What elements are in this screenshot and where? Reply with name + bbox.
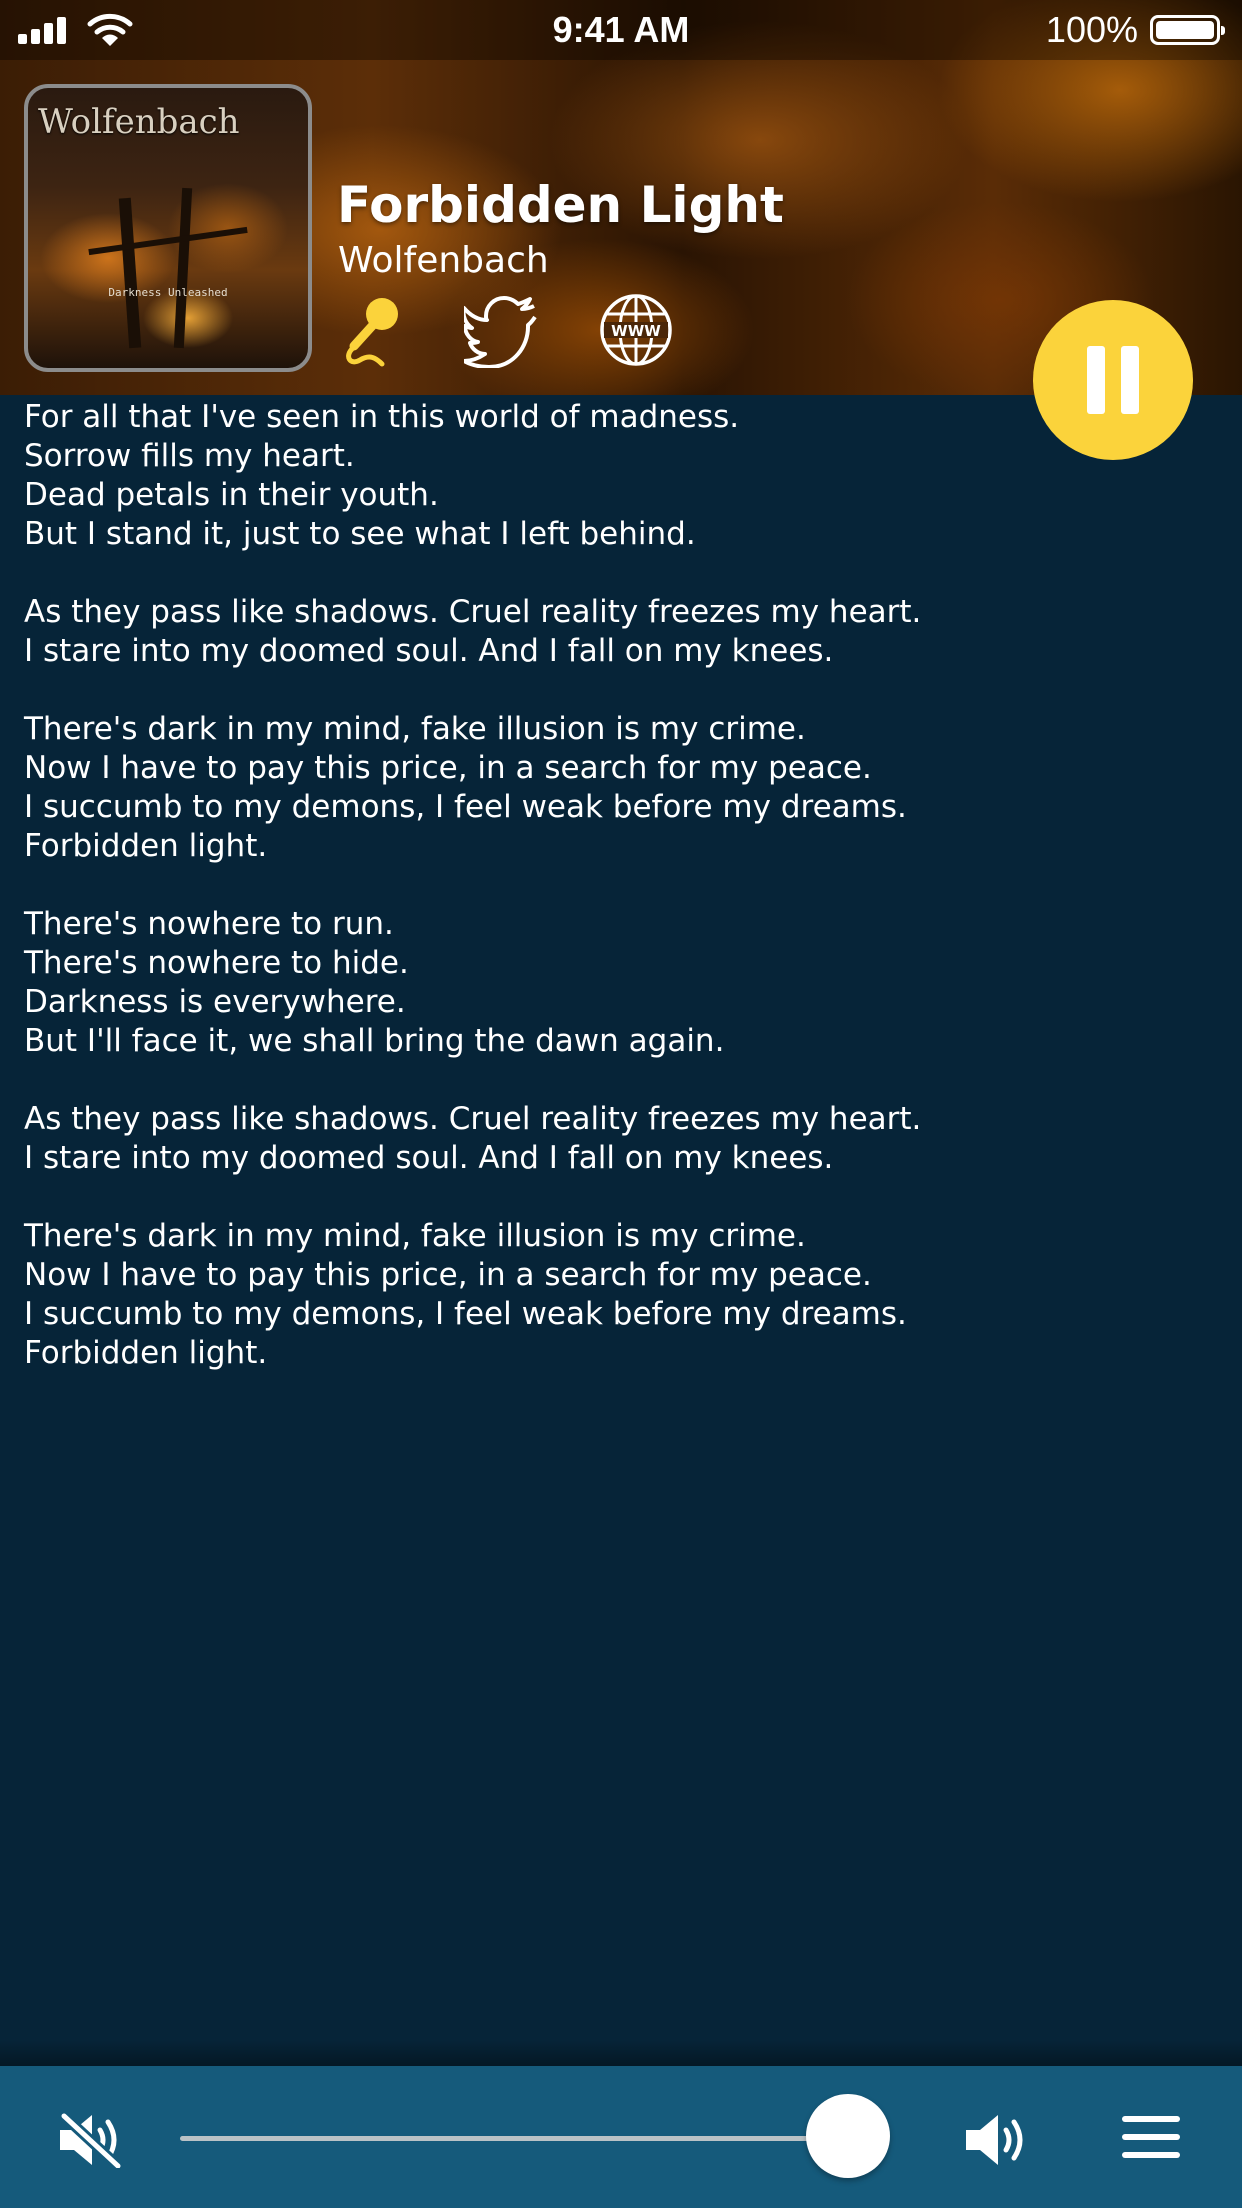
lyrics-line: But I'll face it, we shall bring the daw… [24,1023,725,1059]
lyrics-stanza: There's dark in my mind, fake illusion i… [24,1217,1024,1373]
artist-name: Wolfenbach [338,240,549,281]
lyrics-stanza: There's nowhere to run. There's nowhere t… [24,905,1024,1061]
album-title-text: Darkness Unleashed [108,286,228,299]
lyrics-line: As they pass like shadows. Cruel reality… [24,1101,922,1137]
battery-icon [1150,15,1225,45]
volume-speaker-icon[interactable] [964,2112,1030,2168]
lyrics-stanza: As they pass like shadows. Cruel reality… [24,1100,1024,1178]
lyrics-stanza: For all that I've seen in this world of … [24,398,1024,554]
pause-button[interactable] [1033,300,1193,460]
lyrics-line: I succumb to my demons, I feel weak befo… [24,1296,907,1332]
battery-percentage: 100% [1045,9,1138,50]
lyrics-text: For all that I've seen in this world of … [24,398,1024,1412]
lyrics-line: I succumb to my demons, I feel weak befo… [24,789,907,825]
lyrics-line: There's dark in my mind, fake illusion i… [24,711,806,747]
lyrics-line: Forbidden light. [24,1335,268,1371]
status-bar: 9:41 AM 100% [0,0,1242,60]
lyrics-microphone-icon[interactable] [336,292,412,368]
song-title: Forbidden Light [337,176,784,234]
lyrics-line: But I stand it, just to see what I left … [24,516,696,552]
volume-slider-thumb[interactable] [805,2094,890,2178]
lyrics-line: There's nowhere to run. [24,906,394,942]
lyrics-line: As they pass like shadows. Cruel reality… [24,594,922,630]
lyrics-line: Forbidden light. [24,828,268,864]
lyrics-line: Now I have to pay this price, in a searc… [24,1257,872,1293]
menu-icon[interactable] [1122,2114,1180,2160]
album-band-text: Wolfenbach [38,102,240,142]
lyrics-line: Sorrow fills my heart. [24,438,355,474]
lyrics-line: I stare into my doomed soul. And I fall … [24,1140,834,1176]
twitter-bird-icon[interactable] [464,292,540,368]
lyrics-line: There's nowhere to hide. [24,945,409,981]
lyrics-line: Darkness is everywhere. [24,984,406,1020]
lyrics-line: Now I have to pay this price, in a searc… [24,750,872,786]
lyrics-line: I stare into my doomed soul. And I fall … [24,633,834,669]
lyrics-stanza: As they pass like shadows. Cruel reality… [24,593,1024,671]
lyrics-stanza: There's dark in my mind, fake illusion i… [24,710,1024,866]
lyrics-line: For all that I've seen in this world of … [24,399,740,435]
website-globe-icon[interactable]: WWW [598,292,674,368]
svg-text:WWW: WWW [611,322,661,340]
bottom-bar-shadow [0,2040,1242,2066]
volume-slider-track[interactable] [180,2136,866,2141]
lyrics-line: Dead petals in their youth. [24,477,439,513]
album-art[interactable]: Wolfenbach Darkness Unleashed [24,84,312,372]
lyrics-line: There's dark in my mind, fake illusion i… [24,1218,806,1254]
mute-speaker-icon[interactable] [58,2112,124,2168]
